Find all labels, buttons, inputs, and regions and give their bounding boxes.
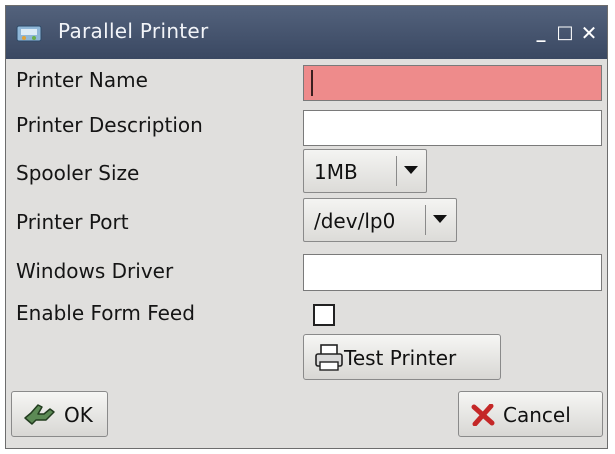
red-x-icon — [471, 404, 495, 426]
close-button[interactable]: ✕ — [578, 21, 600, 45]
ok-button[interactable]: OK — [11, 391, 108, 437]
ok-label: OK — [64, 403, 93, 427]
cancel-label: Cancel — [503, 403, 571, 427]
dropdown-separator — [396, 156, 397, 186]
printer-icon — [315, 344, 343, 371]
test-printer-button[interactable]: Test Printer — [303, 334, 501, 380]
windows-driver-input[interactable] — [303, 254, 602, 291]
parallel-printer-dialog: Parallel Printer _ □ ✕ Printer Name Prin… — [5, 5, 608, 449]
printer-description-label: Printer Description — [16, 113, 203, 137]
spooler-size-dropdown[interactable]: 1MB — [303, 149, 427, 193]
checkmark-hand-icon — [24, 404, 55, 425]
chevron-down-icon — [404, 166, 418, 174]
spooler-size-value: 1MB — [314, 160, 358, 184]
window-title: Parallel Printer — [58, 19, 209, 43]
enable-form-feed-checkbox[interactable] — [313, 304, 335, 326]
windows-driver-label: Windows Driver — [16, 259, 174, 283]
printer-name-label: Printer Name — [16, 68, 148, 92]
text-caret — [311, 70, 313, 96]
maximize-button[interactable]: □ — [554, 21, 576, 45]
dropdown-separator — [425, 205, 426, 235]
printer-port-dropdown[interactable]: /dev/lp0 — [303, 198, 457, 242]
title-bar[interactable]: Parallel Printer _ □ ✕ — [6, 6, 607, 59]
printer-description-input[interactable] — [303, 110, 602, 146]
test-printer-label: Test Printer — [344, 346, 457, 370]
printer-port-value: /dev/lp0 — [314, 209, 396, 233]
enable-form-feed-label: Enable Form Feed — [16, 301, 195, 325]
cancel-button[interactable]: Cancel — [458, 391, 603, 437]
chevron-down-icon — [433, 215, 447, 223]
spooler-size-label: Spooler Size — [16, 161, 140, 185]
printer-name-input[interactable] — [303, 65, 602, 101]
printer-port-label: Printer Port — [16, 210, 129, 234]
minimize-button[interactable]: _ — [530, 21, 552, 45]
printer-app-icon — [16, 25, 42, 42]
